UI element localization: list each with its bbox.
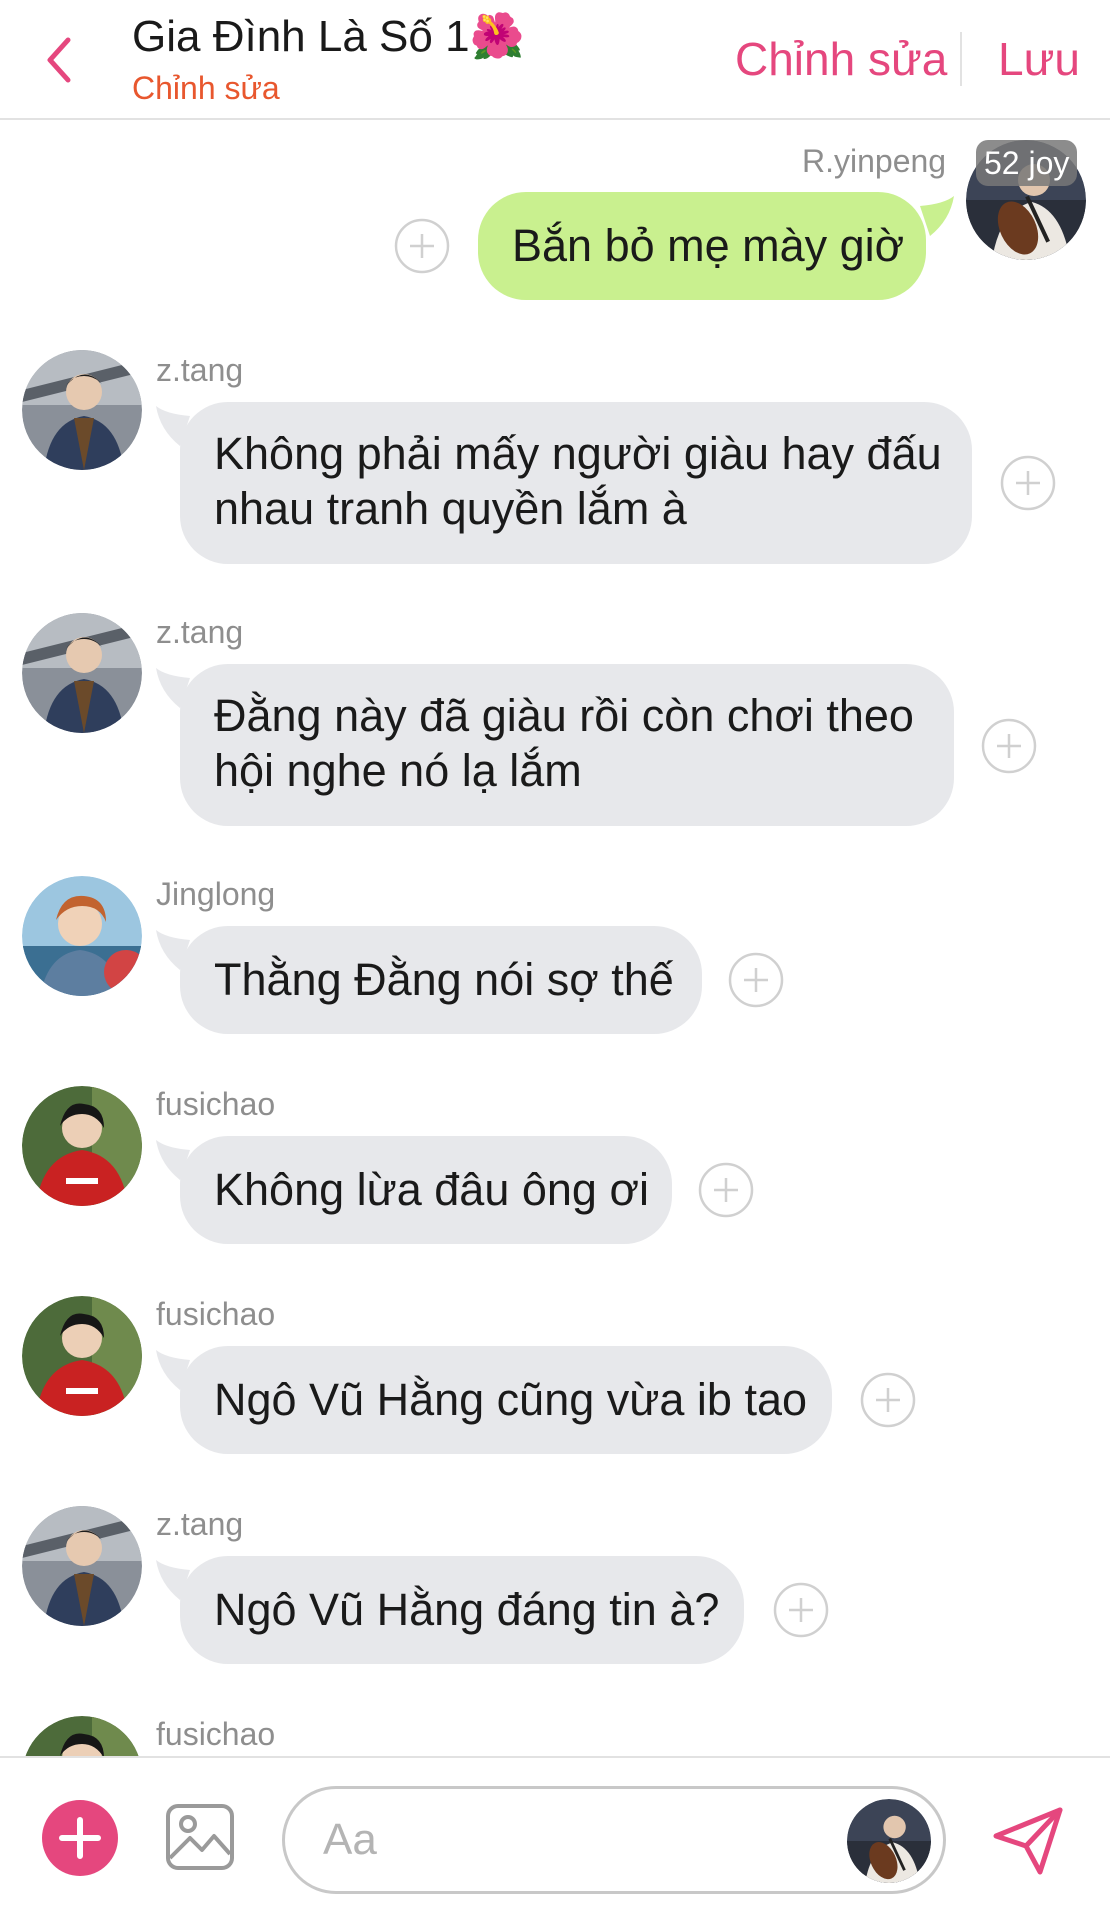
message-text: Không phải mấy người giàu hay đấu (214, 428, 942, 479)
message-text: Ngô Vũ Hằng đáng tin à? (214, 1584, 720, 1635)
chat-title-text: Gia Đình Là Số 1 (132, 12, 470, 61)
add-attachment-button[interactable] (42, 1800, 118, 1876)
image-icon (166, 1804, 234, 1870)
message-bubble[interactable]: Đằng này đã giàu rồi còn chơi theo hội n… (180, 664, 954, 826)
add-reaction-button[interactable] (728, 952, 784, 1008)
sender-name: z.tang (156, 614, 244, 650)
message-bubble[interactable]: Ngô Vũ Hằng đáng tin à? (180, 1556, 744, 1664)
image-button[interactable] (164, 1802, 236, 1872)
send-button[interactable] (988, 1802, 1068, 1880)
message-bubble[interactable]: Không phải mấy người giàu hay đấu nhau t… (180, 402, 972, 564)
avatar[interactable] (22, 1296, 142, 1416)
sender-name: fusichao (156, 1296, 276, 1332)
add-reaction-button[interactable] (860, 1372, 916, 1428)
message-text: nhau tranh quyền lắm à (214, 483, 687, 534)
add-reaction-button[interactable] (394, 218, 450, 274)
message-text: Bắn bỏ mẹ mày giờ (512, 220, 905, 271)
message-text: Không lừa đâu ông ơi (214, 1164, 649, 1215)
add-reaction-button[interactable] (1000, 455, 1056, 511)
message-bubble[interactable]: Ngô Vũ Hằng cũng vừa ib tao (180, 1346, 832, 1454)
chat-title: Gia Đình Là Số 1🌺 (132, 10, 524, 62)
avatar[interactable] (22, 1506, 142, 1626)
avatar[interactable] (22, 1086, 142, 1206)
avatar[interactable] (22, 876, 142, 996)
message-text: Thằng Đằng nói sợ thế (214, 954, 674, 1005)
hibiscus-emoji: 🌺 (469, 12, 525, 61)
message-bubble[interactable]: Bắn bỏ mẹ mày giờ (478, 192, 926, 300)
chevron-left-icon (47, 37, 71, 83)
chat-subtitle[interactable]: Chỉnh sửa (132, 70, 280, 107)
message-text: Ngô Vũ Hằng cũng vừa ib tao (214, 1374, 807, 1425)
sender-name: fusichao (156, 1086, 276, 1122)
message-input-field[interactable] (282, 1786, 946, 1894)
composer-bar (0, 1756, 1110, 1922)
sender-name: R.yinpeng (802, 143, 947, 179)
avatar[interactable] (22, 613, 142, 733)
message-input[interactable] (321, 1807, 805, 1873)
message-bubble[interactable]: Không lừa đâu ông ơi (180, 1136, 672, 1244)
chat-header: Gia Đình Là Số 1🌺 Chỉnh sửa Chỉnh sửa Lư… (0, 0, 1110, 120)
message-text: hội nghe nó lạ lắm (214, 745, 582, 796)
plus-icon (59, 1817, 101, 1859)
sender-name: z.tang (156, 1506, 244, 1542)
message-text: Đằng này đã giàu rồi còn chơi theo (214, 690, 914, 741)
joy-badge: 52 joy (976, 140, 1078, 186)
sender-name: fusichao (156, 1716, 276, 1752)
sender-name: z.tang (156, 352, 244, 388)
send-icon (993, 1807, 1063, 1875)
save-button[interactable]: Lưu (998, 32, 1080, 86)
back-button[interactable] (38, 30, 82, 90)
edit-button[interactable]: Chỉnh sửa (735, 32, 947, 86)
avatar[interactable] (847, 1799, 931, 1883)
header-divider (960, 32, 962, 86)
add-reaction-button[interactable] (698, 1162, 754, 1218)
avatar[interactable] (22, 350, 142, 470)
sender-name: Jinglong (156, 876, 276, 912)
add-reaction-button[interactable] (981, 718, 1037, 774)
add-reaction-button[interactable] (773, 1582, 829, 1638)
message-bubble[interactable]: Thằng Đằng nói sợ thế (180, 926, 702, 1034)
